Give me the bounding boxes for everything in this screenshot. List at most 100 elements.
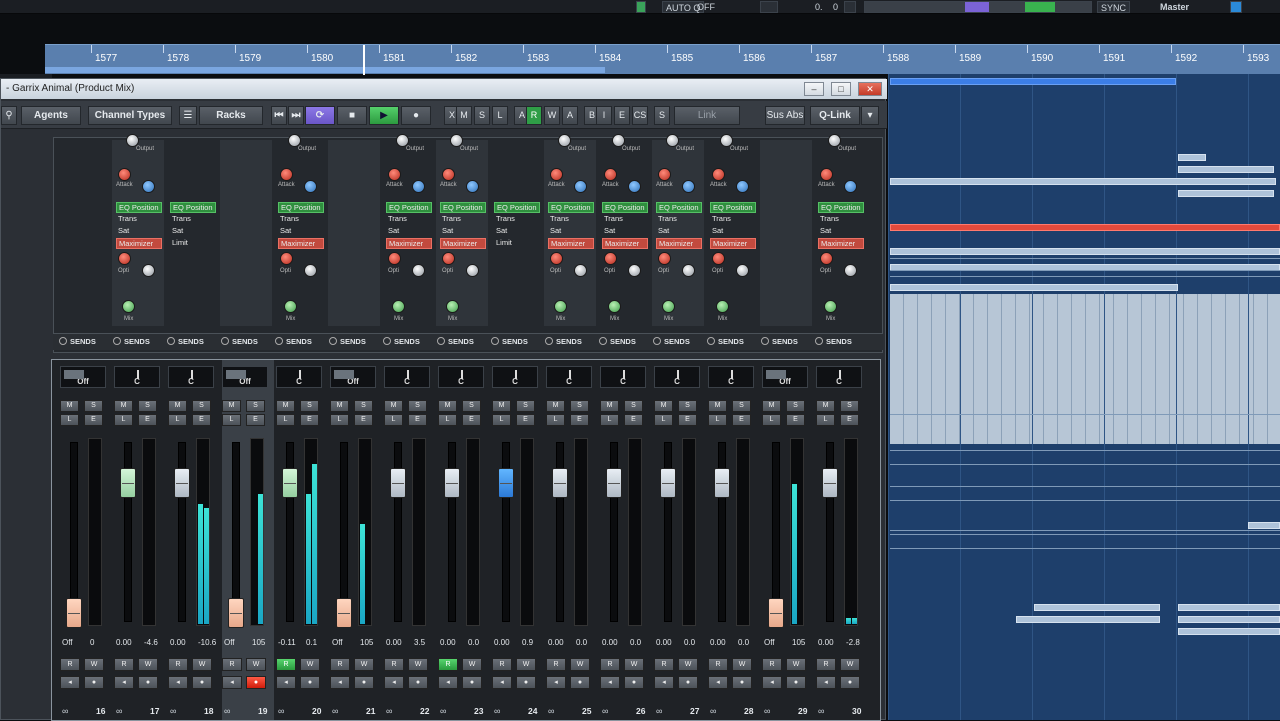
sends-toggle[interactable]: SENDS <box>545 337 582 346</box>
solo-button[interactable]: S <box>732 400 751 412</box>
read-automation-button[interactable]: R <box>600 658 620 671</box>
sat-module[interactable]: Sat <box>710 226 756 237</box>
output-knob[interactable] <box>412 264 425 277</box>
monitor-icon[interactable]: ◂ <box>60 676 80 689</box>
timeline-ruler[interactable]: 1577 1578 1579 1580 1581 1582 1583 1584 1585 1586… <box>45 44 1280 75</box>
fader-cap[interactable] <box>120 468 136 498</box>
read-automation-button[interactable]: R <box>60 658 80 671</box>
fader-track[interactable] <box>70 442 78 622</box>
loop-icon[interactable]: ⟳ <box>305 106 335 125</box>
output-knob[interactable] <box>682 264 695 277</box>
mix-knob[interactable] <box>824 300 837 313</box>
midi-event[interactable] <box>1178 166 1274 173</box>
eq-position-module[interactable]: EQ Position <box>602 202 648 213</box>
release-knob[interactable] <box>142 180 155 193</box>
fader-cap[interactable] <box>606 468 622 498</box>
midi-event[interactable] <box>1178 154 1206 161</box>
listen-button[interactable]: L <box>546 414 565 426</box>
mute-button[interactable]: M <box>816 400 835 412</box>
write-automation-button[interactable]: W <box>624 658 644 671</box>
solo-button[interactable]: S <box>678 400 697 412</box>
curve-icon[interactable] <box>760 1 778 13</box>
search-icon[interactable]: ⚲ <box>1 106 17 125</box>
volume-value[interactable]: -0.11 <box>278 638 296 647</box>
solo-button[interactable]: S <box>354 400 373 412</box>
attack-knob[interactable] <box>604 168 617 181</box>
mute-button[interactable]: M <box>654 400 673 412</box>
edit-button[interactable]: E <box>246 414 265 426</box>
channel-filter-button[interactable]: CS <box>632 106 648 125</box>
edit-button[interactable]: E <box>516 414 535 426</box>
eq-position-module[interactable]: EQ Position <box>440 202 486 213</box>
edit-button[interactable]: E <box>84 414 103 426</box>
pan-control[interactable]: C <box>276 366 322 388</box>
listen-button[interactable]: L <box>276 414 295 426</box>
sends-toggle[interactable]: SENDS <box>653 337 690 346</box>
mute-button[interactable]: M <box>600 400 619 412</box>
fader-cap[interactable] <box>444 468 460 498</box>
midi-event[interactable] <box>1178 604 1280 611</box>
channel-filter-button[interactable]: A <box>562 106 578 125</box>
link-icon[interactable]: ∞ <box>386 706 392 716</box>
mix-knob[interactable] <box>662 300 675 313</box>
read-automation-button[interactable]: R <box>816 658 836 671</box>
maximizer-module[interactable]: Maximizer <box>602 238 648 249</box>
fader-cap[interactable] <box>714 468 730 498</box>
solo-button[interactable]: S <box>462 400 481 412</box>
pan-control[interactable]: C <box>492 366 538 388</box>
listen-button[interactable]: L <box>816 414 835 426</box>
fader-cap[interactable] <box>228 598 244 628</box>
channel-types-button[interactable]: Channel Types <box>88 106 172 125</box>
eq-position-module[interactable]: EQ Position <box>710 202 756 213</box>
read-automation-button[interactable]: R <box>168 658 188 671</box>
edit-button[interactable]: E <box>678 414 697 426</box>
monitor-icon[interactable]: ◂ <box>330 676 350 689</box>
edit-button[interactable]: E <box>840 414 859 426</box>
pan-control[interactable]: C <box>600 366 646 388</box>
write-automation-button[interactable]: W <box>840 658 860 671</box>
write-automation-button[interactable]: W <box>192 658 212 671</box>
edit-button[interactable]: E <box>192 414 211 426</box>
maximizer-module[interactable]: Maximizer <box>386 238 432 249</box>
release-knob[interactable] <box>682 180 695 193</box>
midi-event[interactable] <box>1034 604 1160 611</box>
release-knob[interactable] <box>844 180 857 193</box>
link-icon[interactable]: ∞ <box>494 706 500 716</box>
write-automation-button[interactable]: W <box>408 658 428 671</box>
sends-toggle[interactable]: SENDS <box>275 337 312 346</box>
minimize-button[interactable]: – <box>804 82 824 96</box>
write-automation-button[interactable]: W <box>246 658 266 671</box>
link-icon[interactable]: ∞ <box>440 706 446 716</box>
maximize-button[interactable]: □ <box>831 82 851 96</box>
prev-icon[interactable]: ⏮ <box>271 106 287 125</box>
mute-button[interactable]: M <box>708 400 727 412</box>
midi-event[interactable] <box>1248 522 1280 529</box>
output-knob[interactable] <box>142 264 155 277</box>
volume-value[interactable]: 0.00 <box>602 638 618 647</box>
fader-cap[interactable] <box>174 468 190 498</box>
sat-module[interactable]: Sat <box>494 226 540 237</box>
eq-position-module[interactable]: EQ Position <box>278 202 324 213</box>
write-automation-button[interactable]: W <box>354 658 374 671</box>
trans-module[interactable]: Trans <box>548 214 594 225</box>
midi-event[interactable] <box>1016 616 1160 623</box>
opti-knob[interactable] <box>388 252 401 265</box>
listen-button[interactable]: L <box>654 414 673 426</box>
record-icon[interactable]: ● <box>401 106 431 125</box>
sat-module[interactable]: Sat <box>440 226 486 237</box>
trans-module[interactable]: Trans <box>278 214 324 225</box>
write-automation-button[interactable]: W <box>570 658 590 671</box>
eq-position-module[interactable]: EQ Position <box>494 202 540 213</box>
opti-knob[interactable] <box>442 252 455 265</box>
mix-knob[interactable] <box>716 300 729 313</box>
monitor-icon[interactable]: ◂ <box>114 676 134 689</box>
link-icon[interactable]: ∞ <box>170 706 176 716</box>
listen-button[interactable]: L <box>60 414 79 426</box>
fader-cap[interactable] <box>390 468 406 498</box>
listen-button[interactable]: L <box>114 414 133 426</box>
volume-value[interactable]: 0.00 <box>170 638 186 647</box>
link-icon[interactable]: ∞ <box>548 706 554 716</box>
pan-control[interactable]: C <box>168 366 214 388</box>
monitor-icon[interactable]: ◂ <box>222 676 242 689</box>
sends-toggle[interactable]: SENDS <box>437 337 474 346</box>
